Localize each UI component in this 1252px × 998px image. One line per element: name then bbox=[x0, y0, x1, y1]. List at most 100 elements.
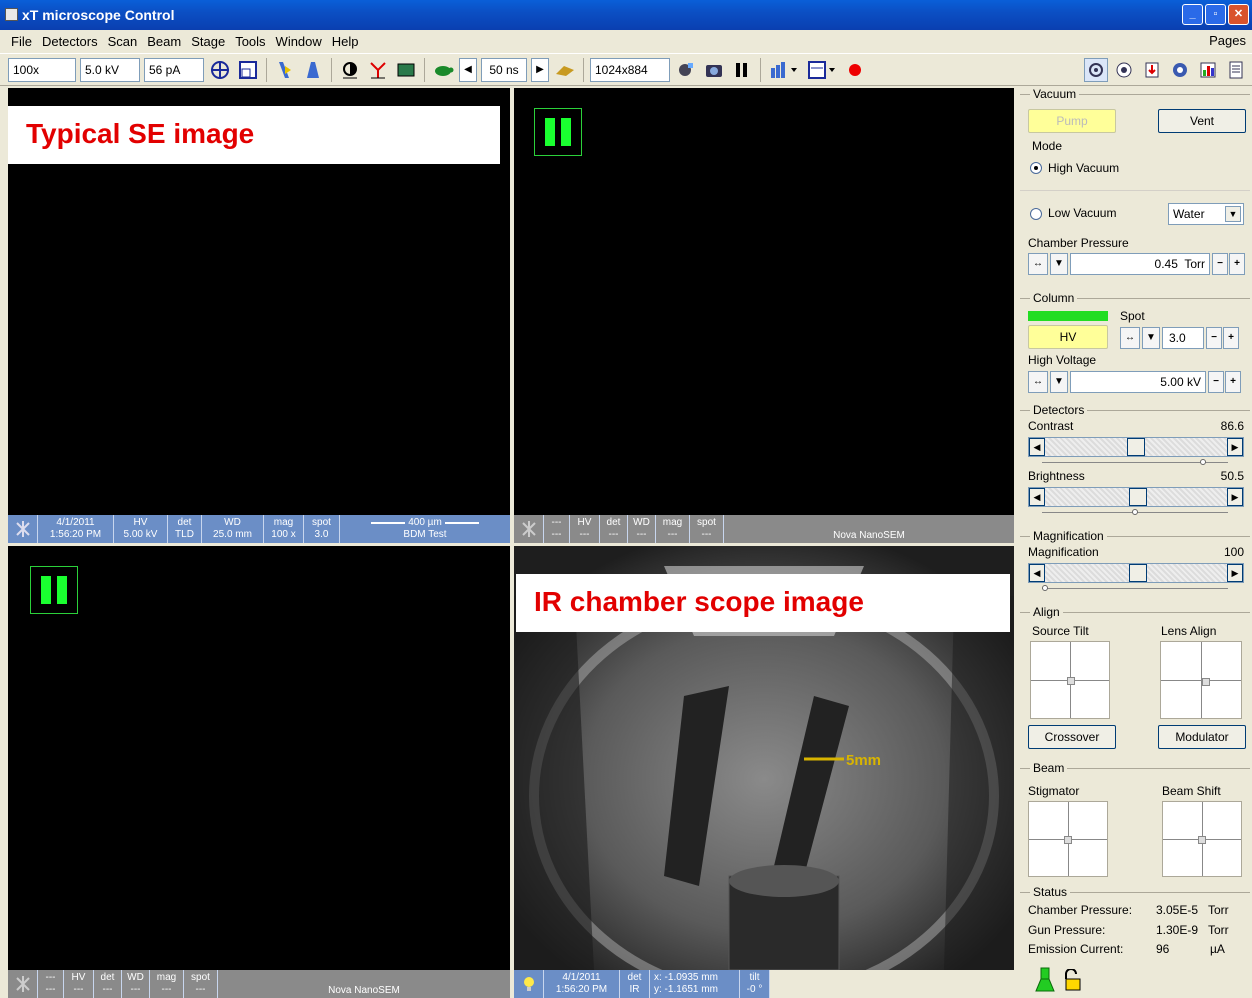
high-voltage-dropdown[interactable]: ▼ bbox=[1050, 371, 1068, 393]
resolution-field[interactable]: 1024x884 bbox=[590, 57, 670, 82]
modulator-button[interactable]: Modulator bbox=[1158, 725, 1246, 749]
databar-x: x: -1.0935 mm bbox=[654, 972, 718, 983]
menu-window[interactable]: Window bbox=[271, 34, 327, 49]
menu-beam[interactable]: Beam bbox=[142, 34, 186, 49]
magnification-group: Magnification Magnification 100 ◀ ▶ bbox=[1020, 529, 1250, 604]
processing-page-icon[interactable] bbox=[1168, 58, 1192, 82]
video-icon[interactable] bbox=[394, 58, 418, 82]
lens-icon[interactable] bbox=[301, 58, 325, 82]
stigmator-pad[interactable] bbox=[1028, 801, 1108, 877]
pages-menu[interactable]: Pages bbox=[1209, 33, 1246, 48]
minimize-button[interactable]: _ bbox=[1182, 4, 1203, 25]
contrast-value: 86.6 bbox=[1220, 419, 1244, 433]
spot-label: Spot bbox=[1120, 309, 1145, 323]
databar-wd: --- bbox=[636, 529, 647, 540]
camera-icon[interactable] bbox=[702, 58, 726, 82]
databar-spot: --- bbox=[195, 984, 206, 995]
chamber-pressure-value[interactable]: 0.45 Torr bbox=[1070, 253, 1210, 275]
quad-2-image[interactable]: --- --- HV --- det --- WD --- mag --- spot ---… bbox=[514, 88, 1014, 543]
beam-icon[interactable] bbox=[273, 58, 297, 82]
maximize-button[interactable]: ▫ bbox=[1205, 4, 1226, 25]
reduced-area-icon[interactable] bbox=[236, 58, 260, 82]
integration-icon[interactable] bbox=[767, 58, 801, 82]
high-voltage-increase[interactable]: + bbox=[1225, 371, 1241, 393]
beam-shift-pad[interactable] bbox=[1162, 801, 1242, 877]
menu-tools[interactable]: Tools bbox=[230, 34, 270, 49]
spot-dropdown[interactable]: ▼ bbox=[1142, 327, 1160, 349]
menu-file[interactable]: File bbox=[6, 34, 37, 49]
brightness-slider[interactable]: ◀ ▶ bbox=[1028, 487, 1244, 507]
databar-spot-label: spot bbox=[697, 517, 716, 528]
beam-current-field[interactable]: 56 pA bbox=[144, 57, 204, 82]
link-icon[interactable]: ↔ bbox=[1120, 327, 1140, 349]
crossover-button[interactable]: Crossover bbox=[1028, 725, 1116, 749]
close-button[interactable]: ✕ bbox=[1228, 4, 1249, 25]
spot-increase[interactable]: + bbox=[1223, 327, 1239, 349]
log-page-icon[interactable] bbox=[1224, 58, 1248, 82]
databar-det-label: det bbox=[177, 517, 192, 528]
fast-scan-icon[interactable] bbox=[553, 58, 577, 82]
brightness-fine-marker bbox=[1132, 509, 1138, 515]
pump-button[interactable]: Pump bbox=[1028, 109, 1116, 133]
databar-mag-label: mag bbox=[156, 972, 177, 983]
pause-icon[interactable] bbox=[730, 58, 754, 82]
link-icon[interactable]: ↔ bbox=[1028, 371, 1048, 393]
control-panel: Vacuum Pump Vent Mode High Vacuum Low Va… bbox=[1018, 86, 1252, 998]
view-page-icon[interactable] bbox=[1112, 58, 1136, 82]
measurement-page-icon[interactable] bbox=[1196, 58, 1220, 82]
menu-detectors[interactable]: Detectors bbox=[37, 34, 103, 49]
magnification-field[interactable]: 100x bbox=[8, 57, 76, 82]
source-tilt-pad[interactable] bbox=[1030, 641, 1110, 719]
databar-date: 4/1/2011 bbox=[562, 972, 601, 983]
record-icon[interactable] bbox=[843, 58, 867, 82]
status-chamber-pressure-label: Chamber Pressure: bbox=[1028, 903, 1133, 917]
chamber-pressure-decrease[interactable]: − bbox=[1212, 253, 1228, 275]
databar-spot-label: spot bbox=[191, 972, 210, 983]
menu-help[interactable]: Help bbox=[327, 34, 364, 49]
dwell-time-field[interactable]: 50 ns bbox=[481, 57, 527, 82]
quad-4-ir-image[interactable]: 5mm IR chamber scope image 4/1/2011 1:56:… bbox=[514, 546, 1014, 998]
quad-3-image[interactable]: --- --- HV --- det --- WD --- mag --- spot ---… bbox=[8, 546, 510, 998]
snapshot-icon[interactable] bbox=[674, 58, 698, 82]
databar-c1b: --- bbox=[45, 984, 56, 995]
contrast-icon[interactable] bbox=[338, 58, 362, 82]
menu-bar: File Detectors Scan Beam Stage Tools Win… bbox=[0, 30, 1252, 52]
status-gun-pressure-label: Gun Pressure: bbox=[1028, 923, 1106, 937]
beam-control-page-icon[interactable] bbox=[1084, 57, 1108, 82]
magnification-slider[interactable]: ◀ ▶ bbox=[1028, 563, 1244, 583]
magnification-value: 100 bbox=[1223, 545, 1244, 559]
chamber-pressure-dropdown[interactable]: ▼ bbox=[1050, 253, 1068, 275]
link-icon[interactable]: ↔ bbox=[1028, 253, 1048, 275]
crosshair-icon[interactable] bbox=[208, 58, 232, 82]
databar-c1: --- bbox=[551, 517, 562, 528]
detector-icon[interactable] bbox=[366, 58, 390, 82]
slow-scan-icon[interactable] bbox=[431, 58, 455, 82]
chamber-pressure-increase[interactable]: + bbox=[1229, 253, 1245, 275]
status-emission: 96 bbox=[1156, 942, 1170, 956]
dwell-increase-button[interactable]: ▶ bbox=[531, 57, 549, 82]
low-vacuum-radio[interactable] bbox=[1030, 208, 1042, 220]
beam-title: Beam bbox=[1030, 761, 1068, 775]
menu-stage[interactable]: Stage bbox=[186, 34, 230, 49]
high-voltage-value[interactable]: 5.00 kV bbox=[1070, 371, 1206, 393]
spot-decrease[interactable]: − bbox=[1206, 327, 1222, 349]
high-voltage-decrease[interactable]: − bbox=[1208, 371, 1224, 393]
spot-value[interactable]: 3.0 bbox=[1162, 327, 1204, 349]
dwell-decrease-button[interactable]: ◀ bbox=[459, 57, 477, 82]
low-vacuum-group: Low Vacuum Water ▼ Chamber Pressure ↔ ▼ 0… bbox=[1020, 190, 1250, 290]
gas-select[interactable]: Water ▼ bbox=[1168, 203, 1244, 225]
filter-icon[interactable] bbox=[805, 58, 839, 82]
unlocked-icon[interactable] bbox=[1062, 968, 1082, 994]
databar-time: 1:56:20 PM bbox=[555, 984, 608, 995]
databar-y: y: -1.1651 mm bbox=[654, 984, 718, 995]
navigation-page-icon[interactable] bbox=[1140, 58, 1164, 82]
high-vacuum-label: High Vacuum bbox=[1048, 161, 1120, 175]
quad-1-se-image[interactable]: Typical SE image 4/1/2011 1:56:20 PM HV 5.… bbox=[8, 88, 510, 543]
hv-button[interactable]: HV bbox=[1028, 325, 1108, 349]
menu-scan[interactable]: Scan bbox=[103, 34, 143, 49]
high-voltage-field[interactable]: 5.0 kV bbox=[80, 57, 140, 82]
vent-button[interactable]: Vent bbox=[1158, 109, 1246, 133]
high-vacuum-radio[interactable] bbox=[1030, 162, 1042, 174]
contrast-slider[interactable]: ◀ ▶ bbox=[1028, 437, 1244, 457]
lens-align-pad[interactable] bbox=[1160, 641, 1242, 719]
